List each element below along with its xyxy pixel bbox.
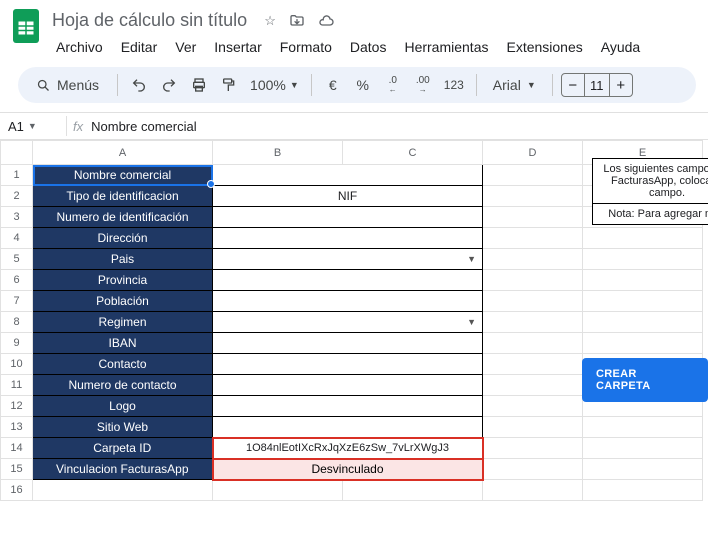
row-header[interactable]: 6 bbox=[1, 270, 33, 291]
cell-A7[interactable]: Población bbox=[33, 291, 213, 312]
cell-A8[interactable]: Regimen bbox=[33, 312, 213, 333]
formula-input[interactable]: Nombre comercial bbox=[91, 119, 196, 134]
row-header[interactable]: 15 bbox=[1, 459, 33, 480]
cell-A10[interactable]: Contacto bbox=[33, 354, 213, 375]
row-header[interactable]: 7 bbox=[1, 291, 33, 312]
star-icon[interactable]: ☆ bbox=[261, 13, 279, 29]
row-header[interactable]: 11 bbox=[1, 375, 33, 396]
cell-B5-dropdown[interactable] bbox=[213, 249, 483, 270]
cell-A9[interactable]: IBAN bbox=[33, 333, 213, 354]
font-size-increase[interactable]: + bbox=[610, 77, 632, 94]
row-header[interactable]: 10 bbox=[1, 354, 33, 375]
font-family-select[interactable]: Arial▼ bbox=[485, 71, 544, 99]
row-header[interactable]: 3 bbox=[1, 207, 33, 228]
row-header[interactable]: 4 bbox=[1, 228, 33, 249]
col-header-A[interactable]: A bbox=[33, 141, 213, 165]
menu-format[interactable]: Formato bbox=[272, 35, 340, 59]
cell-A3[interactable]: Numero de identificación bbox=[33, 207, 213, 228]
col-header-D[interactable]: D bbox=[483, 141, 583, 165]
search-menus-label: Menús bbox=[57, 77, 99, 93]
menu-file[interactable]: Archivo bbox=[48, 35, 111, 59]
menu-edit[interactable]: Editar bbox=[113, 35, 166, 59]
cell-D1[interactable] bbox=[483, 165, 583, 186]
cell-A5[interactable]: Pais bbox=[33, 249, 213, 270]
font-size-control: − 11 + bbox=[561, 73, 633, 97]
cell-A14[interactable]: Carpeta ID bbox=[33, 438, 213, 459]
paint-format-icon[interactable] bbox=[216, 71, 242, 99]
cell-B4[interactable] bbox=[213, 228, 483, 249]
cell-A12[interactable]: Logo bbox=[33, 396, 213, 417]
row-header[interactable]: 13 bbox=[1, 417, 33, 438]
cell-B11[interactable] bbox=[213, 375, 483, 396]
cell-B7[interactable] bbox=[213, 291, 483, 312]
col-header-C[interactable]: C bbox=[343, 141, 483, 165]
row-header[interactable]: 16 bbox=[1, 480, 33, 501]
zoom-select[interactable]: 100%▼ bbox=[246, 71, 303, 99]
cell-B12[interactable] bbox=[213, 396, 483, 417]
menu-data[interactable]: Datos bbox=[342, 35, 395, 59]
menu-extensions[interactable]: Extensiones bbox=[498, 35, 590, 59]
undo-icon[interactable] bbox=[126, 71, 152, 99]
cell-B3[interactable] bbox=[213, 207, 483, 228]
row-header[interactable]: 5 bbox=[1, 249, 33, 270]
row-header[interactable]: 9 bbox=[1, 333, 33, 354]
info-note-line1: Los siguientes campos de FacturasApp, co… bbox=[593, 159, 708, 204]
info-note-box: Los siguientes campos de FacturasApp, co… bbox=[592, 158, 708, 225]
decrease-decimal-icon[interactable]: .0← bbox=[380, 71, 406, 99]
menu-view[interactable]: Ver bbox=[167, 35, 204, 59]
cell-B2[interactable]: NIF bbox=[213, 186, 483, 207]
doc-title[interactable]: Hoja de cálculo sin título bbox=[48, 8, 251, 33]
crear-carpeta-button[interactable]: CREAR CARPETA bbox=[582, 358, 708, 402]
row-header[interactable]: 1 bbox=[1, 165, 33, 186]
sheets-logo-icon bbox=[12, 8, 40, 44]
format-percent[interactable]: % bbox=[350, 71, 376, 99]
format-currency[interactable]: € bbox=[320, 71, 346, 99]
cell-B8-dropdown[interactable] bbox=[213, 312, 483, 333]
cell-A2[interactable]: Tipo de identificacion bbox=[33, 186, 213, 207]
menu-help[interactable]: Ayuda bbox=[593, 35, 648, 59]
cell-B10[interactable] bbox=[213, 354, 483, 375]
font-size-value[interactable]: 11 bbox=[584, 74, 610, 96]
print-icon[interactable] bbox=[186, 71, 212, 99]
cell-B6[interactable] bbox=[213, 270, 483, 291]
search-menus[interactable]: Menús bbox=[26, 71, 109, 99]
row-header[interactable]: 2 bbox=[1, 186, 33, 207]
font-size-decrease[interactable]: − bbox=[562, 77, 584, 94]
move-icon[interactable] bbox=[289, 13, 307, 29]
cell-B13[interactable] bbox=[213, 417, 483, 438]
cell-B15[interactable]: Desvinculado bbox=[213, 459, 483, 480]
cell-A6[interactable]: Provincia bbox=[33, 270, 213, 291]
cell-A15[interactable]: Vinculacion FacturasApp bbox=[33, 459, 213, 480]
cell-A16[interactable] bbox=[33, 480, 213, 501]
cell-A11[interactable]: Numero de contacto bbox=[33, 375, 213, 396]
select-all-corner[interactable] bbox=[1, 141, 33, 165]
cell-A1[interactable]: Nombre comercial bbox=[33, 165, 213, 186]
row-header[interactable]: 12 bbox=[1, 396, 33, 417]
cell-B1[interactable] bbox=[213, 165, 483, 186]
menu-tools[interactable]: Herramientas bbox=[396, 35, 496, 59]
cell-A13[interactable]: Sitio Web bbox=[33, 417, 213, 438]
name-box[interactable]: A1 ▼ bbox=[0, 119, 60, 134]
cell-A4[interactable]: Dirección bbox=[33, 228, 213, 249]
row-header[interactable]: 14 bbox=[1, 438, 33, 459]
menu-insert[interactable]: Insertar bbox=[206, 35, 269, 59]
cloud-status-icon[interactable] bbox=[317, 13, 335, 29]
more-formats[interactable]: 123 bbox=[440, 71, 468, 99]
fx-icon: fx bbox=[73, 119, 83, 134]
chevron-down-icon: ▼ bbox=[28, 121, 37, 131]
redo-icon[interactable] bbox=[156, 71, 182, 99]
menubar: Archivo Editar Ver Insertar Formato Dato… bbox=[48, 35, 696, 59]
increase-decimal-icon[interactable]: .00→ bbox=[410, 71, 436, 99]
cell-B9[interactable] bbox=[213, 333, 483, 354]
row-header[interactable]: 8 bbox=[1, 312, 33, 333]
col-header-B[interactable]: B bbox=[213, 141, 343, 165]
info-note-line2: Nota: Para agregar más bbox=[593, 204, 708, 224]
cell-B14[interactable]: 1O84nlEotIXcRxJqXzE6zSw_7vLrXWgJ3 bbox=[213, 438, 483, 459]
